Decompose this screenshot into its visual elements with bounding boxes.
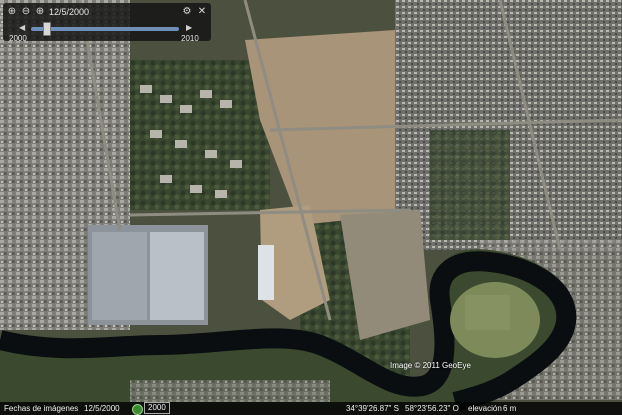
time-slider-panel: ⊕ ⊖ ⊕ 12/5/2000 ⚙ ✕ ◀ ▶ 2000 2010 (3, 3, 211, 43)
end-year-label: 2010 (181, 34, 199, 43)
imagery-date-label: Fechas de imágenes (4, 404, 79, 413)
start-year-label: 2000 (9, 34, 27, 43)
imagery-copyright: Image © 2011 GeoEye (390, 361, 471, 370)
settings-icon[interactable]: ⚙ (181, 6, 193, 18)
elevation-label: elevación (468, 404, 502, 413)
step-back-icon[interactable]: ◀ (19, 23, 25, 32)
satellite-map[interactable] (0, 0, 622, 415)
longitude-readout: 58°23'56.23" O (405, 404, 459, 413)
latitude-readout: 34°39'26.87" S (346, 404, 399, 413)
clock-icon[interactable] (132, 404, 143, 415)
zoom-out-icon[interactable]: ⊖ (20, 6, 32, 18)
status-bar: Fechas de imágenes 12/5/2000 2000 34°39'… (0, 402, 622, 415)
close-icon[interactable]: ✕ (196, 6, 208, 18)
location-icon[interactable]: ⊕ (6, 6, 18, 18)
time-slider-thumb[interactable] (43, 22, 52, 36)
satellite-viewport[interactable]: ⊕ ⊖ ⊕ 12/5/2000 ⚙ ✕ ◀ ▶ 2000 2010 Image … (0, 0, 622, 415)
time-slider-track[interactable] (31, 27, 179, 31)
elevation-value: 6 m (503, 404, 517, 413)
zoom-in-icon[interactable]: ⊕ (34, 6, 46, 18)
year-button[interactable]: 2000 (144, 402, 170, 414)
step-forward-icon[interactable]: ▶ (186, 23, 192, 32)
time-slider-date: 12/5/2000 (49, 7, 90, 17)
imagery-date-value: 12/5/2000 (84, 404, 120, 413)
